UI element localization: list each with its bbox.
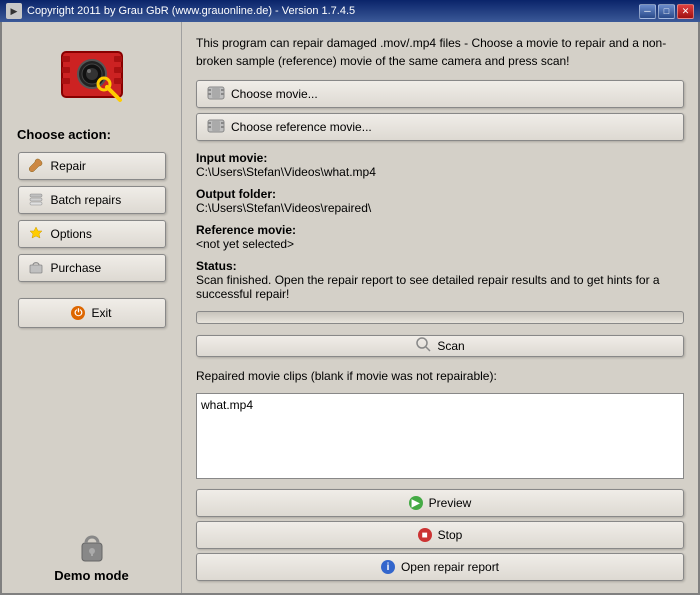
preview-label: Preview: [429, 496, 472, 510]
maximize-button[interactable]: □: [658, 4, 675, 19]
stop-button[interactable]: ■ Stop: [196, 521, 684, 549]
input-movie-section: Input movie: C:\Users\Stefan\Videos\what…: [196, 151, 684, 179]
wrench-icon: [27, 157, 45, 175]
status-section: Status: Scan finished. Open the repair r…: [196, 259, 684, 301]
choose-reference-label: Choose reference movie...: [231, 120, 372, 134]
close-button[interactable]: ✕: [677, 4, 694, 19]
purchase-icon: [27, 259, 45, 277]
title-bar: ▶ Copyright 2011 by Grau GbR (www.grauon…: [0, 0, 700, 22]
progress-bar: [196, 311, 684, 324]
stop-label: Stop: [438, 528, 463, 542]
scan-label: Scan: [437, 339, 464, 353]
reference-movie-label: Reference movie:: [196, 223, 684, 237]
choose-reference-button[interactable]: Choose reference movie...: [196, 113, 684, 141]
sidebar: Choose action: Repair Batch repairs: [2, 22, 182, 593]
choose-movie-label: Choose movie...: [231, 87, 318, 101]
app-logo: [52, 32, 132, 112]
preview-icon: ▶: [409, 496, 423, 510]
batch-repairs-button[interactable]: Batch repairs: [18, 186, 166, 214]
content-area: This program can repair damaged .mov/.mp…: [182, 22, 698, 593]
options-button[interactable]: Options: [18, 220, 166, 248]
output-folder-section: Output folder: C:\Users\Stefan\Videos\re…: [196, 187, 684, 215]
open-report-button[interactable]: i Open repair report: [196, 553, 684, 581]
choose-movie-button[interactable]: Choose movie...: [196, 80, 684, 108]
open-report-label: Open repair report: [401, 560, 499, 574]
app-icon: ▶: [6, 3, 22, 19]
options-icon: [27, 225, 45, 243]
stop-icon: ■: [418, 528, 432, 542]
purchase-label: Purchase: [51, 261, 102, 275]
batch-repairs-label: Batch repairs: [51, 193, 122, 207]
preview-button[interactable]: ▶ Preview: [196, 489, 684, 517]
purchase-button[interactable]: Purchase: [18, 254, 166, 282]
repair-button[interactable]: Repair: [18, 152, 166, 180]
exit-label: Exit: [91, 306, 111, 320]
description-text: This program can repair damaged .mov/.mp…: [196, 34, 684, 70]
film-icon: [207, 85, 225, 104]
exit-button[interactable]: ⏻ Exit: [18, 298, 166, 328]
scan-icon: [415, 336, 431, 355]
action-buttons: Choose movie... Choose reference movie..…: [196, 80, 684, 141]
batch-icon: [27, 191, 45, 209]
logo-area: [52, 32, 132, 112]
film2-icon: [207, 118, 225, 137]
bottom-buttons: ▶ Preview ■ Stop i Open repair report: [196, 489, 684, 581]
options-label: Options: [51, 227, 92, 241]
main-container: Choose action: Repair Batch repairs: [0, 22, 700, 595]
exit-icon: ⏻: [71, 306, 85, 320]
input-movie-label: Input movie:: [196, 151, 684, 165]
repair-label: Repair: [51, 159, 86, 173]
title-text: Copyright 2011 by Grau GbR (www.grauonli…: [27, 5, 639, 17]
scan-button[interactable]: Scan: [196, 335, 684, 357]
repaired-clips-textarea[interactable]: what.mp4: [196, 393, 684, 479]
report-icon: i: [381, 560, 395, 574]
output-folder-label: Output folder:: [196, 187, 684, 201]
demo-mode-label: Demo mode: [54, 568, 128, 583]
window-controls: ─ □ ✕: [639, 4, 694, 19]
output-folder-value: C:\Users\Stefan\Videos\repaired\: [196, 201, 684, 215]
lock-icon: [78, 527, 106, 563]
choose-action-label: Choose action:: [17, 127, 111, 142]
status-label: Status:: [196, 259, 684, 273]
demo-mode-area: Demo mode: [54, 527, 128, 583]
reference-movie-section: Reference movie: <not yet selected>: [196, 223, 684, 251]
repaired-clips-label: Repaired movie clips (blank if movie was…: [196, 369, 684, 383]
input-movie-value: C:\Users\Stefan\Videos\what.mp4: [196, 165, 684, 179]
status-value: Scan finished. Open the repair report to…: [196, 273, 684, 301]
reference-movie-value: <not yet selected>: [196, 237, 684, 251]
minimize-button[interactable]: ─: [639, 4, 656, 19]
